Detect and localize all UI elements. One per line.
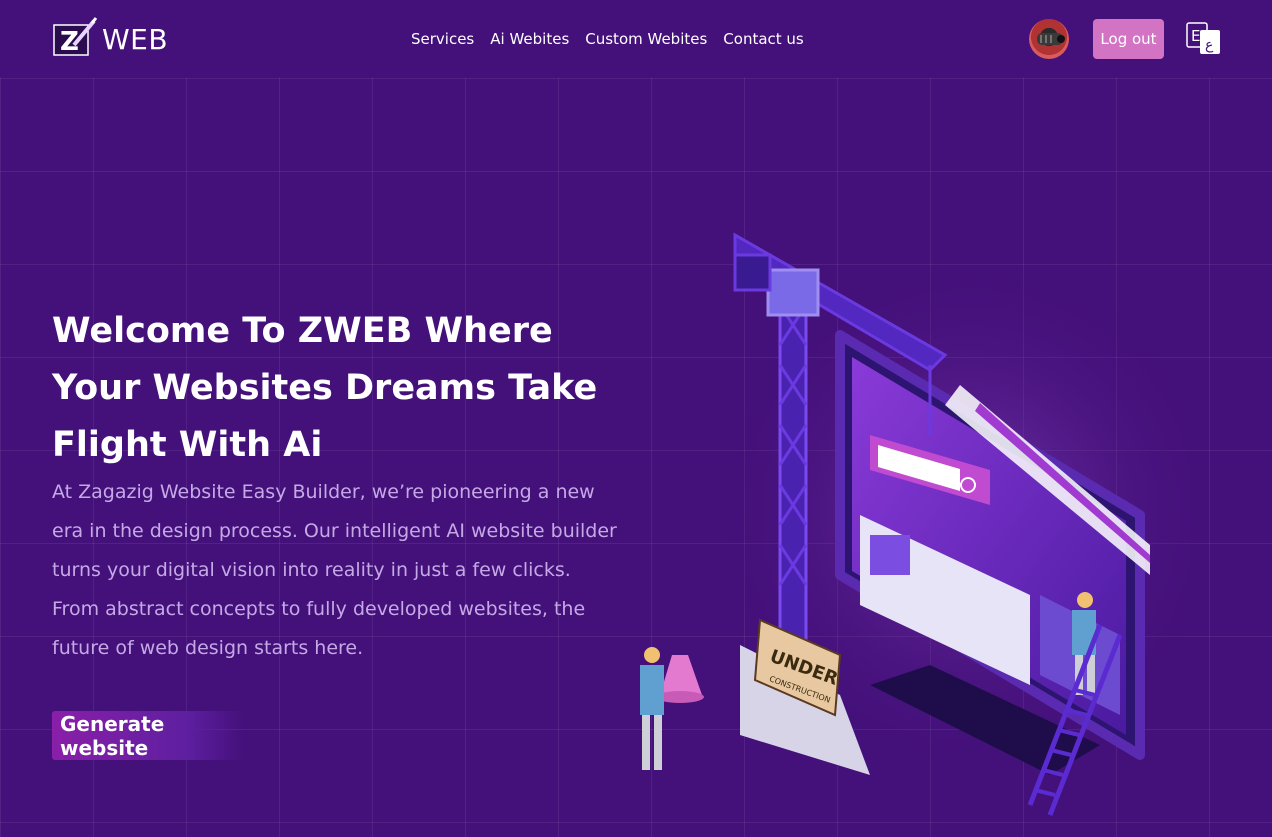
hero-title: Welcome To ZWEB Where Your Websites Drea… — [52, 311, 598, 465]
logout-button[interactable]: Log out — [1093, 19, 1164, 59]
hero-description: At Zagazig Website Easy Builder, we’re p… — [52, 481, 617, 659]
logo[interactable]: Z WEB — [52, 17, 168, 61]
generate-website-button[interactable]: Generate website — [52, 711, 244, 760]
logo-mark-icon: Z — [52, 17, 98, 61]
translate-icon[interactable]: E ع — [1186, 22, 1222, 56]
logo-text: WEB — [102, 22, 169, 56]
nav-custom-websites[interactable]: Custom Webites — [585, 30, 707, 48]
nav-services[interactable]: Services — [411, 30, 474, 48]
svg-text:ع: ع — [1205, 37, 1214, 53]
under-construction-illustration: UNDER CONSTRUCTION — [630, 215, 1230, 825]
svg-text:E: E — [1191, 27, 1200, 45]
nav-ai-websites[interactable]: Ai Webites — [490, 30, 569, 48]
site-header: Z WEB Services Ai Webites Custom Webites… — [0, 0, 1272, 78]
nav-contact-us[interactable]: Contact us — [723, 30, 803, 48]
main-nav: Services Ai Webites Custom Webites Conta… — [411, 30, 804, 48]
user-avatar[interactable] — [1029, 19, 1069, 59]
worker-icon — [640, 647, 664, 770]
